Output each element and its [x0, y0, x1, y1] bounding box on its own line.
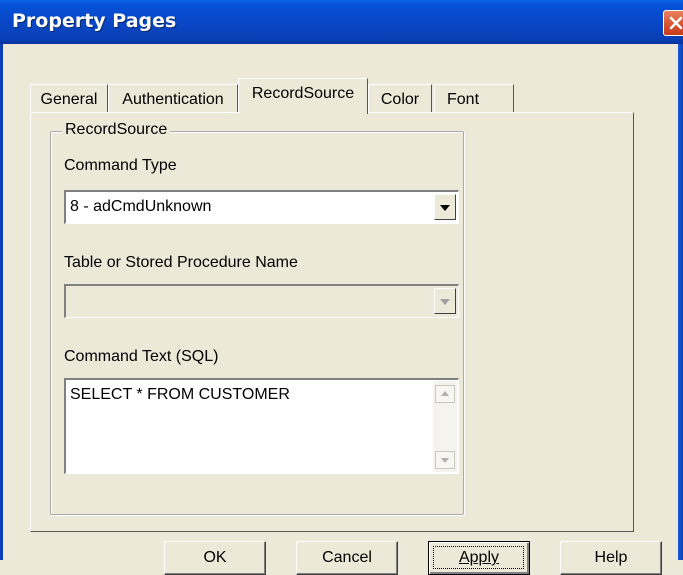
- table-name-select[interactable]: [64, 284, 459, 318]
- title-bar[interactable]: Property Pages: [0, 0, 683, 44]
- dropdown-button[interactable]: [434, 288, 456, 314]
- vertical-scrollbar[interactable]: [433, 381, 457, 472]
- command-text-value: SELECT * FROM CUSTOMER: [70, 386, 290, 403]
- tab-font[interactable]: Font: [434, 84, 514, 112]
- scroll-up-button[interactable]: [435, 385, 455, 403]
- tab-recordsource[interactable]: RecordSource: [238, 78, 368, 114]
- window-frame-left: [0, 44, 3, 560]
- groupbox-label: RecordSource: [62, 121, 171, 139]
- cancel-label: Cancel: [322, 549, 372, 566]
- help-label: Help: [594, 549, 628, 566]
- close-button[interactable]: [663, 10, 683, 36]
- ok-button[interactable]: OK: [164, 541, 266, 575]
- tab-label: Color: [380, 91, 420, 108]
- command-type-value: 8 - adCmdUnknown: [70, 198, 212, 215]
- command-text-label: Command Text (SQL): [64, 348, 219, 365]
- command-text-field[interactable]: SELECT * FROM CUSTOMER: [64, 378, 459, 474]
- help-button[interactable]: Help: [560, 541, 662, 575]
- ok-label: OK: [203, 549, 227, 566]
- tab-label: Font: [447, 91, 480, 108]
- arrow-down-icon: [441, 458, 449, 463]
- command-type-select[interactable]: 8 - adCmdUnknown: [64, 190, 459, 224]
- close-icon: [669, 16, 683, 30]
- tab-general[interactable]: General: [30, 84, 108, 112]
- tab-color[interactable]: Color: [368, 84, 432, 112]
- tab-label: RecordSource: [251, 85, 355, 102]
- tab-label: Authentication: [122, 91, 224, 108]
- apply-button[interactable]: Apply: [428, 541, 530, 575]
- command-type-label: Command Type: [64, 157, 177, 174]
- window-frame-right: [678, 44, 683, 560]
- table-name-label: Table or Stored Procedure Name: [64, 254, 298, 271]
- tab-label: General: [40, 91, 98, 108]
- cancel-button[interactable]: Cancel: [296, 541, 398, 575]
- tab-authentication[interactable]: Authentication: [108, 84, 238, 112]
- chevron-down-icon: [440, 299, 450, 305]
- arrow-up-icon: [441, 391, 449, 396]
- dropdown-button[interactable]: [434, 194, 456, 220]
- scroll-down-button[interactable]: [435, 451, 455, 469]
- chevron-down-icon: [440, 205, 450, 211]
- window-title: Property Pages: [12, 10, 177, 32]
- focus-rectangle: [433, 546, 524, 569]
